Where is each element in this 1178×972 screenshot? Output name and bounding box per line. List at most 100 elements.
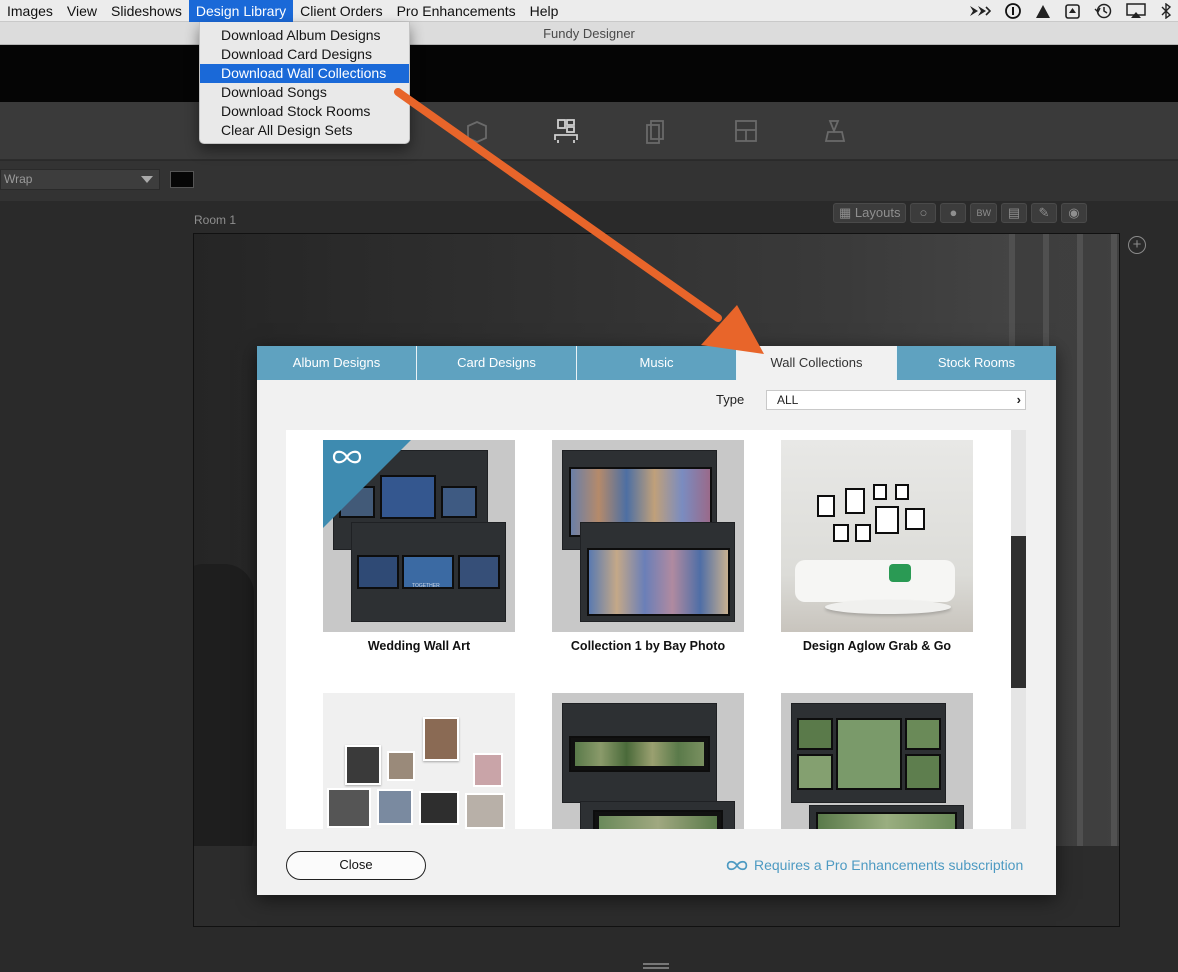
scrollbar-thumb[interactable]	[1011, 536, 1026, 688]
menu-help[interactable]: Help	[523, 0, 566, 22]
tab-wall-collections[interactable]: Wall Collections	[737, 346, 897, 380]
menu-bar: Images View Slideshows Design Library Cl…	[0, 0, 1178, 22]
collection-thumbnail	[781, 440, 973, 632]
infinity-icon	[726, 860, 748, 870]
room-label: Room 1	[194, 213, 237, 227]
layout-tool-icon[interactable]	[733, 118, 759, 144]
collection-title: Wedding Wall Art	[367, 639, 471, 653]
pro-requirement-text: Requires a Pro Enhancements subscription	[754, 857, 1024, 873]
pencil-icon: ✎	[1038, 205, 1050, 220]
album-tool-icon[interactable]	[464, 118, 490, 144]
menu-item-download-album-designs[interactable]: Download Album Designs	[200, 26, 409, 45]
add-room-icon[interactable]: +	[1128, 236, 1146, 254]
tab-album-designs[interactable]: Album Designs	[257, 346, 417, 380]
preview-button[interactable]: ◉	[1060, 203, 1087, 223]
design-library-menu: Download Album Designs Download Card Des…	[199, 22, 410, 144]
chevron-down-icon	[141, 176, 153, 183]
collection-thumbnail	[323, 693, 515, 829]
time-machine-icon[interactable]	[1094, 3, 1112, 19]
thumb-panel	[791, 703, 946, 803]
bw-button[interactable]: BW	[970, 203, 997, 223]
thumb-panel	[562, 703, 717, 803]
drive-icon[interactable]	[1035, 4, 1051, 19]
collection-card[interactable]	[552, 693, 744, 829]
type-select[interactable]: ALL ›	[766, 390, 1026, 410]
wrap-select[interactable]: Wrap	[0, 169, 160, 190]
menu-item-download-card-designs[interactable]: Download Card Designs	[200, 45, 409, 64]
info-icon[interactable]	[1005, 3, 1021, 19]
layouts-button[interactable]: ▦ Layouts	[833, 203, 907, 223]
dialog-tabs: Album Designs Card Designs Music Wall Co…	[257, 346, 1056, 380]
canvas-tools: ▦ Layouts ○ ● BW ▤ ✎ ◉	[833, 203, 1087, 223]
collection-card[interactable]: Design Aglow Grab & Go	[781, 440, 973, 653]
thumb-panel	[809, 805, 964, 829]
rotate-button[interactable]: ○	[910, 203, 937, 223]
collection-thumbnail	[552, 440, 744, 632]
menu-images[interactable]: Images	[0, 0, 60, 22]
layouts-label: Layouts	[854, 205, 901, 220]
calculator-button[interactable]: ▤	[1000, 203, 1027, 223]
status-icons	[969, 0, 1178, 22]
window-titlebar: Fundy Designer	[0, 22, 1178, 45]
type-select-value: ALL	[777, 393, 799, 407]
header-band	[0, 45, 1178, 102]
pro-requirement-link[interactable]: Requires a Pro Enhancements subscription	[725, 857, 1023, 873]
resize-handle[interactable]	[643, 963, 669, 969]
coffee-table	[825, 600, 951, 614]
menu-client-orders[interactable]: Client Orders	[293, 0, 389, 22]
airplay-icon[interactable]	[1126, 3, 1146, 19]
collection-title: Collection 1 by Bay Photo	[570, 639, 726, 653]
collection-title: Design Aglow Grab & Go	[802, 639, 952, 653]
window-title: Fundy Designer	[543, 26, 635, 41]
sofa	[795, 560, 955, 602]
thumb-panel	[580, 801, 735, 829]
collection-card[interactable]	[781, 693, 973, 829]
upload-icon[interactable]	[1065, 3, 1080, 19]
thumb-panel: TOGETHER	[351, 522, 506, 622]
rotate-icon: ○	[919, 205, 928, 220]
wrap-select-value: Wrap	[4, 172, 33, 186]
menu-view[interactable]: View	[60, 0, 104, 22]
calculator-icon: ▤	[1007, 205, 1021, 220]
grid-icon: ▦	[839, 205, 852, 220]
tab-stock-rooms[interactable]: Stock Rooms	[897, 346, 1056, 380]
menu-slideshows[interactable]: Slideshows	[104, 0, 189, 22]
color-swatch[interactable]	[170, 171, 194, 188]
collection-card[interactable]: TOGETHER TOGETHER Wedding Wall Art	[323, 440, 515, 653]
grid-scrollbar[interactable]	[1011, 430, 1026, 829]
menu-design-library[interactable]: Design Library	[188, 0, 294, 22]
chevron-right-icon: ›	[1016, 392, 1021, 407]
bluetooth-icon[interactable]	[1160, 3, 1172, 19]
collection-thumbnail	[552, 693, 744, 829]
menu-pro-enhancements[interactable]: Pro Enhancements	[390, 0, 523, 22]
menu-item-download-stock-rooms[interactable]: Download Stock Rooms	[200, 102, 409, 121]
tab-card-designs[interactable]: Card Designs	[417, 346, 577, 380]
collection-thumbnail: TOGETHER TOGETHER	[323, 440, 515, 632]
type-label: Type	[716, 392, 745, 407]
green-pillow	[889, 564, 911, 582]
menu-item-download-songs[interactable]: Download Songs	[200, 83, 409, 102]
collection-thumbnail	[781, 693, 973, 829]
pin-button[interactable]: ●	[940, 203, 967, 223]
stock-room-tool-icon[interactable]	[822, 118, 848, 144]
arrows-icon[interactable]	[969, 4, 991, 18]
pin-icon: ●	[949, 205, 958, 220]
collection-card[interactable]	[323, 693, 515, 829]
thumb-panel	[580, 522, 735, 622]
type-filter-row: Type ALL ›	[257, 390, 1056, 410]
design-library-dialog: Album Designs Card Designs Music Wall Co…	[257, 346, 1056, 895]
tab-music[interactable]: Music	[577, 346, 737, 380]
app-toolbar	[0, 102, 1178, 160]
wall-art-tool-icon[interactable]	[553, 118, 579, 144]
eye-icon: ◉	[1068, 205, 1080, 220]
close-button[interactable]: Close	[286, 851, 426, 880]
thumb-text: TOGETHER	[412, 583, 440, 589]
menu-item-clear-all-design-sets[interactable]: Clear All Design Sets	[200, 121, 409, 140]
collections-grid: TOGETHER TOGETHER Wedding Wall Art	[286, 430, 1011, 829]
collection-card[interactable]: Collection 1 by Bay Photo	[552, 440, 744, 653]
bw-label: BW	[976, 208, 991, 218]
menu-item-download-wall-collections[interactable]: Download Wall Collections	[200, 64, 409, 83]
edit-button[interactable]: ✎	[1030, 203, 1057, 223]
cards-tool-icon[interactable]	[643, 118, 669, 144]
infinity-icon	[332, 450, 362, 464]
